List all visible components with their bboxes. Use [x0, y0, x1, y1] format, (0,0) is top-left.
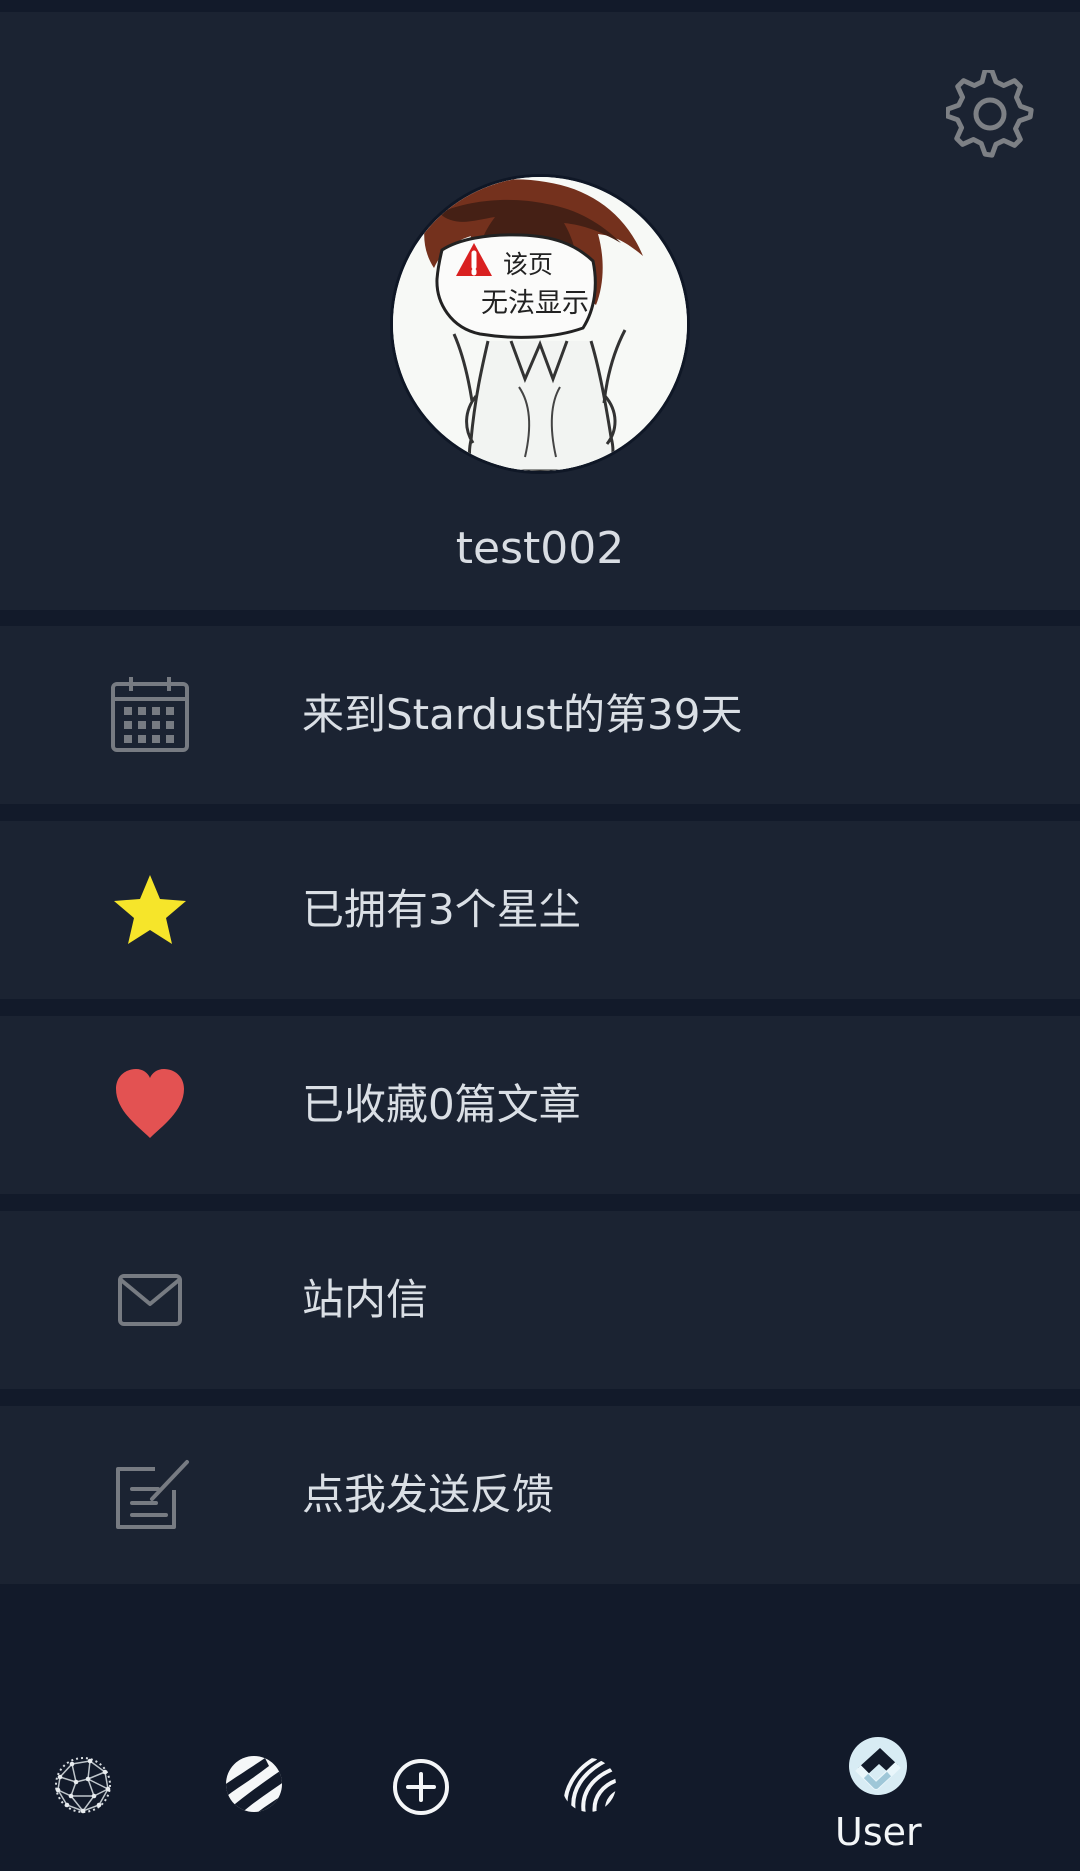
star-icon [108, 870, 192, 950]
nav-user-button[interactable]: User [827, 1734, 929, 1856]
menu-label-messages: 站内信 [302, 1275, 429, 1324]
menu-item-days[interactable]: 来到Stardust的第39天 [0, 626, 1080, 804]
avatar[interactable]: 该页 无法显示 [390, 174, 690, 474]
avatar-image: 该页 无法显示 [393, 177, 687, 471]
mail-icon [108, 1260, 192, 1340]
menu-item-favorites[interactable]: 已收藏0篇文章 [0, 1016, 1080, 1194]
menu-label-stardust: 已拥有3个星尘 [302, 885, 581, 934]
svg-text:无法显示: 无法显示 [481, 288, 589, 319]
menu-label-feedback: 点我发送反馈 [302, 1470, 555, 1519]
heart-icon [108, 1065, 192, 1145]
menu-item-stardust[interactable]: 已拥有3个星尘 [0, 821, 1080, 999]
striped-sphere-icon [226, 1756, 282, 1812]
user-icon [849, 1737, 907, 1795]
feedback-edit-icon [108, 1455, 192, 1535]
nav-network-button[interactable] [52, 1754, 114, 1816]
username: test002 [455, 523, 625, 574]
user-profile-screen: 该页 无法显示 test002 来到Stardust的第39天 已拥有3个星尘 … [0, 0, 1080, 1871]
menu-item-messages[interactable]: 站内信 [0, 1211, 1080, 1389]
settings-button[interactable] [944, 67, 1034, 158]
gear-icon [944, 67, 1034, 158]
menu-item-feedback[interactable]: 点我发送反馈 [0, 1406, 1080, 1584]
plus-circle-icon [393, 1759, 449, 1815]
menu-label-days: 来到Stardust的第39天 [302, 690, 743, 739]
profile-header: 该页 无法显示 test002 [0, 12, 1080, 610]
nav-user-label: User [835, 1810, 922, 1854]
status-bar-strip [0, 0, 1080, 12]
nav-explore-button[interactable] [559, 1754, 619, 1816]
calendar-icon [108, 675, 192, 755]
bottom-navigation: User [0, 1720, 1080, 1871]
nav-discover-button[interactable] [223, 1753, 285, 1815]
menu-label-favorites: 已收藏0篇文章 [302, 1080, 581, 1129]
network-globe-icon [55, 1757, 111, 1814]
nav-add-button[interactable] [391, 1757, 451, 1817]
svg-text:该页: 该页 [503, 250, 553, 279]
wave-sphere-icon [563, 1758, 616, 1812]
